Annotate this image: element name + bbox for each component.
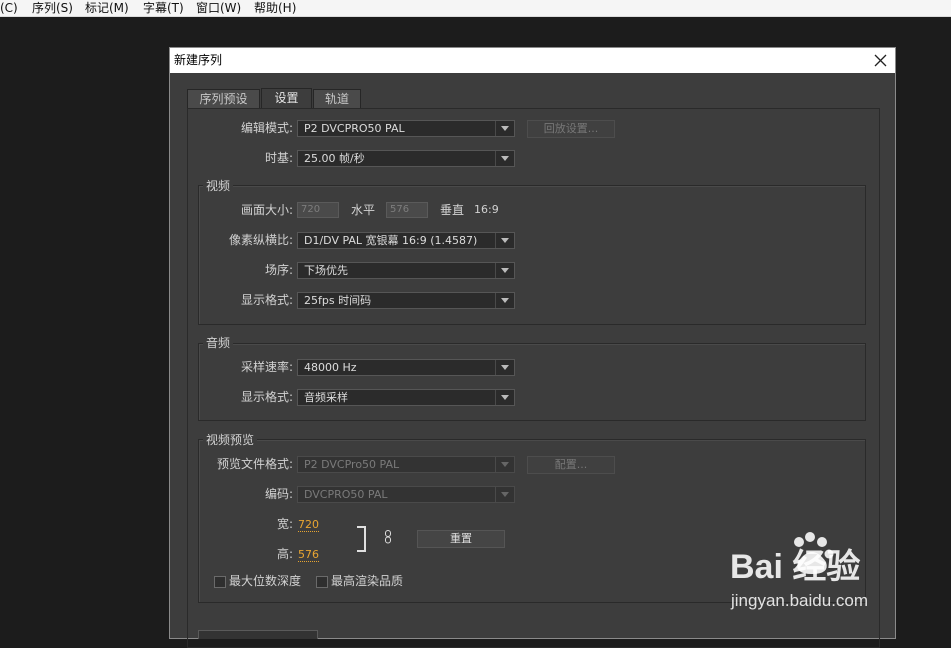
chevron-down-icon — [495, 360, 514, 375]
edit-mode-dropdown[interactable]: P2 DVCPRO50 PAL — [297, 120, 515, 137]
sample-rate-dropdown[interactable]: 48000 Hz — [297, 359, 515, 376]
audio-display-format-value: 音频采样 — [304, 391, 348, 404]
video-display-format-dropdown[interactable]: 25fps 时间码 — [297, 292, 515, 309]
field-order-label: 场序: — [264, 263, 293, 277]
sample-rate-label: 采样速率: — [240, 360, 293, 374]
menu-clip[interactable]: (C) — [0, 0, 18, 16]
preview-file-format-label: 预览文件格式: — [216, 457, 293, 471]
pixel-aspect-label: 像素纵横比: — [228, 233, 293, 247]
audio-group — [198, 343, 866, 421]
menu-help[interactable]: 帮助(H) — [254, 0, 296, 16]
timebase-value: 25.00 帧/秒 — [304, 152, 365, 165]
preview-file-format-value: P2 DVCPro50 PAL — [304, 458, 400, 471]
menu-bar: (C) 序列(S) 标记(M) 字幕(T) 窗口(W) 帮助(H) — [0, 0, 951, 17]
max-render-quality-checkbox[interactable] — [316, 576, 328, 588]
menu-window[interactable]: 窗口(W) — [196, 0, 241, 16]
preview-file-format-dropdown: P2 DVCPro50 PAL — [297, 456, 515, 473]
video-display-format-value: 25fps 时间码 — [304, 294, 372, 307]
audio-display-format-label: 显示格式: — [240, 390, 293, 404]
menu-marker[interactable]: 标记(M) — [85, 0, 129, 16]
chevron-down-icon — [495, 487, 514, 502]
frame-width-field: 720 — [297, 202, 339, 218]
timebase-label: 时基: — [264, 151, 293, 165]
horizontal-label: 水平 — [351, 203, 376, 217]
chain-link-icon[interactable] — [384, 530, 392, 544]
playback-settings-button: 回放设置... — [527, 120, 615, 138]
menu-title[interactable]: 字幕(T) — [143, 0, 184, 16]
configure-button: 配置... — [527, 456, 615, 474]
preview-height-value[interactable]: 576 — [298, 548, 319, 562]
max-render-quality-label: 最高渲染品质 — [331, 574, 404, 588]
link-bracket-icon — [356, 526, 368, 552]
field-order-value: 下场优先 — [304, 264, 348, 277]
max-bit-depth-label: 最大位数深度 — [229, 574, 302, 588]
frame-size-label: 画面大小: — [240, 203, 293, 217]
preview-width-label: 宽: — [276, 517, 293, 531]
video-preview-group-title: 视频预览 — [203, 433, 258, 447]
field-order-dropdown[interactable]: 下场优先 — [297, 262, 515, 279]
pixel-aspect-dropdown[interactable]: D1/DV PAL 宽银幕 16:9 (1.4587) — [297, 232, 515, 249]
dialog-titlebar: 新建序列 — [170, 48, 895, 73]
chevron-down-icon — [495, 121, 514, 136]
aspect-ratio-text: 16:9 — [474, 203, 499, 216]
max-bit-depth-checkbox[interactable] — [214, 576, 226, 588]
audio-group-title: 音频 — [203, 336, 234, 350]
preview-width-value[interactable]: 720 — [298, 518, 319, 532]
sample-rate-value: 48000 Hz — [304, 361, 357, 374]
codec-label: 编码: — [264, 487, 293, 501]
watermark-url: jingyan.baidu.com — [731, 591, 869, 610]
chevron-down-icon — [495, 457, 514, 472]
video-group-title: 视频 — [203, 179, 234, 193]
codec-value: DVCPRO50 PAL — [304, 488, 388, 501]
timebase-dropdown[interactable]: 25.00 帧/秒 — [297, 150, 515, 167]
chevron-down-icon — [495, 390, 514, 405]
tab-sequence-presets[interactable]: 序列预设 — [187, 89, 260, 108]
audio-display-format-dropdown[interactable]: 音频采样 — [297, 389, 515, 406]
video-display-format-label: 显示格式: — [240, 293, 293, 307]
edit-mode-value: P2 DVCPRO50 PAL — [304, 122, 405, 135]
chevron-down-icon — [495, 151, 514, 166]
codec-dropdown: DVCPRO50 PAL — [297, 486, 515, 503]
chevron-down-icon — [495, 293, 514, 308]
close-icon[interactable] — [871, 51, 890, 70]
frame-height-field: 576 — [386, 202, 428, 218]
dialog-title: 新建序列 — [174, 53, 223, 67]
reset-button[interactable]: 重置 — [417, 530, 505, 548]
tab-settings[interactable]: 设置 — [261, 88, 312, 109]
new-sequence-dialog: 新建序列 序列预设 设置 轨道 编辑模式: P2 DVCPRO50 PAL 回放… — [170, 48, 895, 648]
chevron-down-icon — [495, 263, 514, 278]
pixel-aspect-value: D1/DV PAL 宽银幕 16:9 (1.4587) — [304, 234, 478, 247]
vertical-label: 垂直 — [440, 203, 465, 217]
chevron-down-icon — [495, 233, 514, 248]
bottom-field[interactable] — [198, 630, 318, 639]
tab-tracks[interactable]: 轨道 — [313, 89, 361, 108]
preview-height-label: 高: — [276, 547, 293, 561]
menu-sequence[interactable]: 序列(S) — [32, 0, 73, 16]
edit-mode-label: 编辑模式: — [240, 121, 293, 135]
